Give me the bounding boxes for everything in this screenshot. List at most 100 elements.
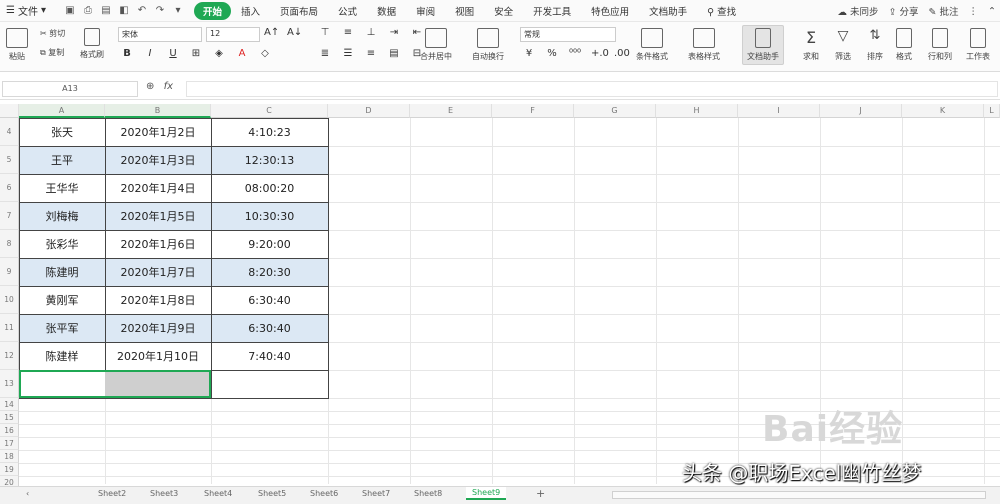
save-icon[interactable]: ▣ (64, 5, 76, 17)
cell-time[interactable]: 4:10:23 (211, 118, 328, 146)
tab-2[interactable]: 页面布局 (270, 4, 328, 18)
row-header[interactable]: 16 (0, 424, 19, 437)
undo-icon[interactable]: ↶ (136, 5, 148, 17)
cell-name[interactable]: 刘梅梅 (19, 202, 105, 230)
sheet-tab[interactable]: Sheet6 (310, 489, 338, 498)
clear-format-icon[interactable]: ◇ (258, 48, 272, 59)
column-header[interactable]: C (211, 104, 328, 118)
increase-font-icon[interactable]: A↑ (264, 27, 279, 38)
filter-button[interactable]: ▽ 筛选 (832, 28, 854, 62)
redo-icon[interactable]: ↷ (154, 5, 166, 17)
row-header[interactable]: 10 (0, 286, 19, 314)
row-header[interactable]: 15 (0, 411, 19, 424)
cell-date[interactable]: 2020年1月4日 (105, 174, 211, 202)
conditional-format-button[interactable]: 条件格式 (636, 28, 668, 62)
align-bottom-icon[interactable]: ⊥ (364, 27, 378, 38)
cell-time[interactable]: 8:20:30 (211, 258, 328, 286)
sheet-tab[interactable]: Sheet8 (414, 489, 442, 498)
print-preview-icon[interactable]: ⎙ (82, 5, 94, 17)
share-button[interactable]: ⇪ 分享 (889, 4, 919, 18)
wrap-text-button[interactable]: 自动换行 (472, 28, 504, 62)
fill-color-icon[interactable]: ◈ (212, 48, 226, 59)
sheet-tab[interactable]: Sheet5 (258, 489, 286, 498)
cell-date[interactable]: 2020年1月9日 (105, 314, 211, 342)
cell-time[interactable]: 08:00:20 (211, 174, 328, 202)
print-icon[interactable]: ▤ (100, 5, 112, 17)
format-button[interactable]: 格式 (896, 28, 912, 62)
row-header[interactable]: 12 (0, 342, 19, 370)
align-right-icon[interactable]: ≡ (364, 48, 378, 59)
tab-5[interactable]: 审阅 (406, 4, 445, 18)
row-header[interactable]: 9 (0, 258, 19, 286)
paste-button[interactable]: 粘贴 (6, 28, 28, 62)
file-menu[interactable]: ☰ 文件 ▾ (6, 3, 46, 18)
align-center-icon[interactable]: ☰ (341, 48, 355, 59)
cell-time[interactable]: 6:30:40 (211, 314, 328, 342)
sheet-tab[interactable]: Sheet7 (362, 489, 390, 498)
row-header[interactable]: 17 (0, 437, 19, 450)
copy-button[interactable]: ⧉ 复制 (40, 47, 65, 58)
align-left-icon[interactable]: ≣ (318, 48, 332, 59)
more-icon[interactable]: ▾ (172, 5, 184, 17)
formula-input[interactable] (186, 81, 998, 97)
row-header[interactable]: 8 (0, 230, 19, 258)
name-box[interactable]: A13 (2, 81, 138, 97)
prev-sheet-icon[interactable]: ‹ (26, 489, 29, 498)
select-all-corner[interactable] (0, 104, 19, 118)
justify-icon[interactable]: ▤ (387, 48, 401, 59)
font-name-select[interactable]: 宋体 (118, 27, 202, 42)
cell-name[interactable]: 张天 (19, 118, 105, 146)
align-top-icon[interactable]: ⊤ (318, 27, 332, 38)
cell-time[interactable]: 6:30:40 (211, 286, 328, 314)
sheet-tab[interactable]: Sheet2 (98, 489, 126, 498)
cell-name[interactable]: 王平 (19, 146, 105, 174)
cell-date[interactable]: 2020年1月2日 (105, 118, 211, 146)
export-pdf-icon[interactable]: ◧ (118, 5, 130, 17)
sort-button[interactable]: ⇅ 排序 (864, 28, 886, 62)
sheet-tab[interactable]: Sheet9 (466, 487, 507, 500)
comment-button[interactable]: ✎ 批注 (929, 4, 959, 18)
row-header[interactable]: 13 (0, 370, 19, 398)
search-command[interactable]: ⚲ 查找 (697, 4, 746, 18)
column-header[interactable]: A (19, 104, 105, 118)
tab-10[interactable]: 文档助手 (639, 4, 697, 18)
row-header[interactable]: 6 (0, 174, 19, 202)
more-options-icon[interactable]: ⋮ (969, 6, 979, 17)
percent-icon[interactable]: % (545, 48, 559, 59)
indent-icon[interactable]: ⇥ (387, 27, 401, 38)
column-header[interactable]: D (328, 104, 410, 118)
rows-cols-button[interactable]: 行和列 (928, 28, 952, 62)
sync-status[interactable]: ☁ 未同步 (837, 4, 878, 18)
tab-9[interactable]: 特色应用 (581, 4, 639, 18)
cell-date[interactable]: 2020年1月8日 (105, 286, 211, 314)
tab-0[interactable]: 开始 (194, 1, 232, 20)
column-header[interactable]: K (902, 104, 984, 118)
row-header[interactable]: 19 (0, 463, 19, 476)
sum-button[interactable]: Σ 求和 (800, 28, 822, 62)
decrease-font-icon[interactable]: A↓ (287, 27, 302, 38)
comma-icon[interactable]: ⁰⁰⁰ (568, 48, 582, 59)
collapse-ribbon-icon[interactable]: ⌃ (988, 6, 996, 17)
border-icon[interactable]: ⊞ (189, 48, 203, 59)
cell-date[interactable]: 2020年1月6日 (105, 230, 211, 258)
font-size-select[interactable]: 12 (206, 27, 260, 42)
worksheet-button[interactable]: 工作表 (966, 28, 990, 62)
underline-icon[interactable]: U (166, 48, 180, 59)
cell-name[interactable]: 陈建明 (19, 258, 105, 286)
column-header[interactable]: H (656, 104, 738, 118)
tab-6[interactable]: 视图 (445, 4, 484, 18)
cell-date[interactable]: 2020年1月10日 (105, 342, 211, 370)
column-header[interactable]: E (410, 104, 492, 118)
fx-icon[interactable]: fx (164, 81, 173, 92)
font-color-icon[interactable]: A (235, 48, 249, 59)
row-header[interactable]: 14 (0, 398, 19, 411)
align-middle-icon[interactable]: ≡ (341, 27, 355, 38)
zoom-icon[interactable]: ⊕ (146, 81, 154, 92)
cell-name[interactable]: 张平军 (19, 314, 105, 342)
column-header[interactable]: L (984, 104, 1000, 118)
number-format-select[interactable]: 常规 (520, 27, 616, 42)
column-header[interactable]: J (820, 104, 902, 118)
cell-time[interactable]: 9:20:00 (211, 230, 328, 258)
tab-3[interactable]: 公式 (328, 4, 367, 18)
sheet-tab[interactable]: Sheet3 (150, 489, 178, 498)
